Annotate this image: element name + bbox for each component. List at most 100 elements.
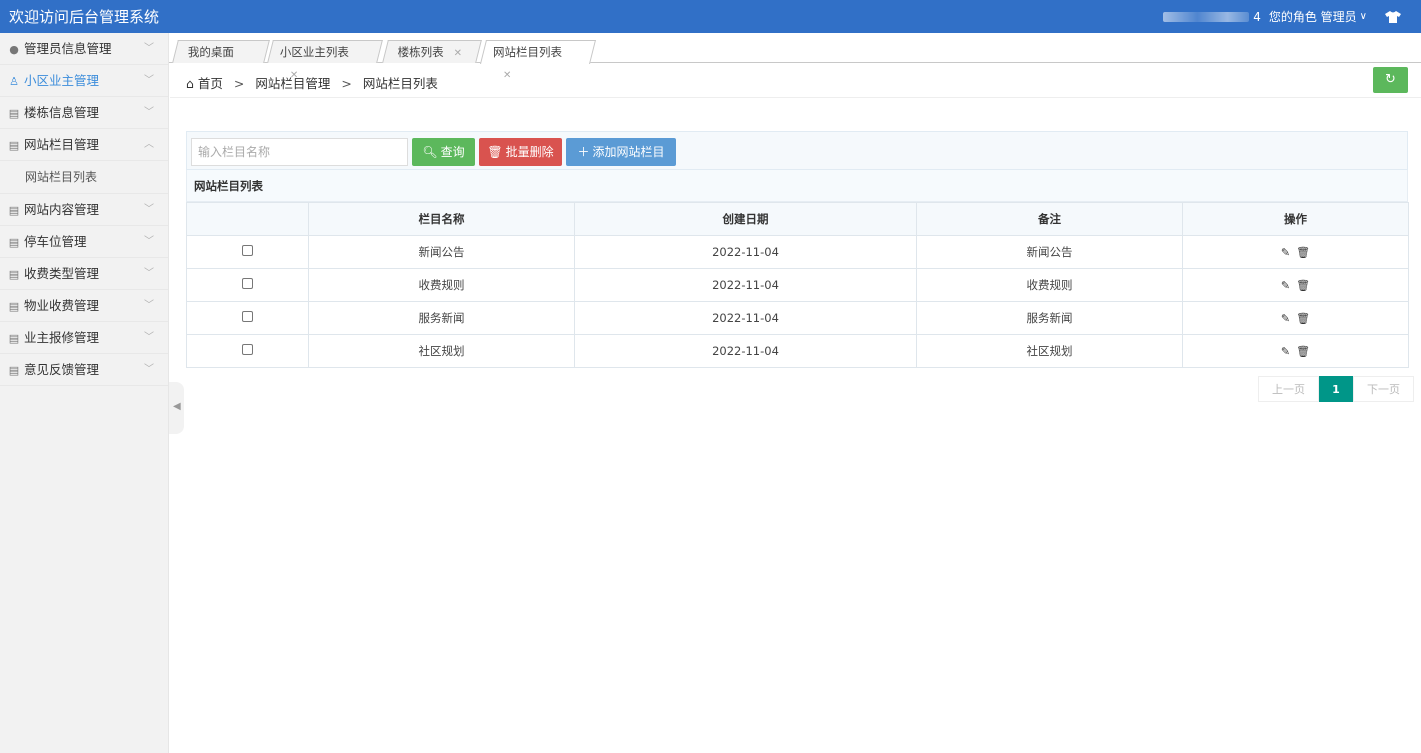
tshirt-icon[interactable] <box>1385 10 1401 23</box>
row-checkbox[interactable] <box>242 245 253 256</box>
list-title: 网站栏目列表 <box>186 170 1408 202</box>
tab-label: 我的桌面 <box>187 45 234 59</box>
chevron-down-icon: ﹀ <box>144 300 154 311</box>
page-1-button[interactable]: 1 <box>1319 376 1353 402</box>
breadcrumb-home[interactable]: 首页 <box>198 76 223 91</box>
edit-icon[interactable]: ✎ <box>1281 279 1290 292</box>
search-toolbar: 🔍︎查询 🗑︎批量删除 ＋添加网站栏目 <box>186 131 1408 170</box>
chevron-down-icon[interactable]: ∨ <box>1360 11 1367 22</box>
chevron-down-icon: ﹀ <box>144 364 154 375</box>
sidebar-item-fee-type[interactable]: ▤ 收费类型管理 ﹀ <box>0 258 168 290</box>
list-icon: ▤ <box>8 204 20 217</box>
sidebar-item-property-fee[interactable]: ▤ 物业收费管理 ﹀ <box>0 290 168 322</box>
sidebar-item-building-info[interactable]: ▤ 楼栋信息管理 ﹀ <box>0 97 168 129</box>
username-suffix: 4 <box>1253 9 1261 24</box>
trash-icon: 🗑︎ <box>487 145 503 159</box>
sidebar-item-label: 意见反馈管理 <box>24 362 100 377</box>
table-header-row: 栏目名称 创建日期 备注 操作 <box>186 202 1409 236</box>
header-select <box>186 202 309 236</box>
trash-icon[interactable]: 🗑︎ <box>1296 246 1310 259</box>
role-label[interactable]: 您的角色 管理员 <box>1269 8 1357 25</box>
sidebar-item-repair[interactable]: ▤ 业主报修管理 ﹀ <box>0 322 168 354</box>
edit-icon[interactable]: ✎ <box>1281 345 1290 358</box>
refresh-icon: ↻ <box>1385 72 1396 87</box>
app-title: 欢迎访问后台管理系统 <box>9 8 160 26</box>
sidebar-item-owner-manage[interactable]: ♙ 小区业主管理 ﹀ <box>0 65 168 97</box>
list-icon: ▤ <box>8 236 20 249</box>
close-icon[interactable]: ✕ <box>454 48 462 59</box>
header-created-date: 创建日期 <box>574 202 917 236</box>
breadcrumb: ⌂ 首页 > 网站栏目管理 > 网站栏目列表 <box>186 73 438 92</box>
user-icon: ● <box>9 43 19 56</box>
header-note: 备注 <box>916 202 1183 236</box>
user-area[interactable]: 4 您的角色 管理员 ∨ <box>1163 0 1421 33</box>
list-icon: ▤ <box>8 300 20 313</box>
tab-building-list[interactable]: 楼栋列表 ✕ <box>382 40 482 63</box>
sidebar-collapse-handle[interactable]: ◀ <box>169 382 184 434</box>
header-actions: 操作 <box>1182 202 1409 236</box>
sidebar-item-site-column[interactable]: ▤ 网站栏目管理 ︿ <box>0 129 168 161</box>
row-checkbox[interactable] <box>242 278 253 289</box>
list-icon: ▤ <box>8 139 20 152</box>
breadcrumb-level1[interactable]: 网站栏目管理 <box>255 76 330 91</box>
users-icon: ♙ <box>9 75 19 88</box>
sidebar: ● 管理员信息管理 ﹀ ♙ 小区业主管理 ﹀ ▤ 楼栋信息管理 ﹀ ▤ 网站栏目管理 ︿… <box>0 33 169 753</box>
row-checkbox[interactable] <box>242 311 253 322</box>
cell-name: 社区规划 <box>308 334 575 368</box>
sidebar-item-feedback[interactable]: ▤ 意见反馈管理 ﹀ <box>0 354 168 386</box>
edit-icon[interactable]: ✎ <box>1281 312 1290 325</box>
sidebar-item-label: 网站内容管理 <box>24 202 100 217</box>
row-checkbox[interactable] <box>242 344 253 355</box>
sidebar-item-label: 管理员信息管理 <box>24 41 112 56</box>
cell-date: 2022-11-04 <box>574 301 917 335</box>
sidebar-item-admin-info[interactable]: ● 管理员信息管理 ﹀ <box>0 33 168 65</box>
trash-icon[interactable]: 🗑︎ <box>1296 279 1310 292</box>
table-row: 新闻公告 2022-11-04 新闻公告 ✎ 🗑︎ <box>186 235 1409 269</box>
sidebar-item-site-content[interactable]: ▤ 网站内容管理 ﹀ <box>0 194 168 226</box>
search-input[interactable] <box>191 138 408 166</box>
sidebar-item-label: 楼栋信息管理 <box>24 105 100 120</box>
query-label: 查询 <box>440 145 465 159</box>
cell-name: 新闻公告 <box>308 235 575 269</box>
table-row: 收费规则 2022-11-04 收费规则 ✎ 🗑︎ <box>186 268 1409 302</box>
cell-note: 服务新闻 <box>916 301 1183 335</box>
edit-icon[interactable]: ✎ <box>1281 246 1290 259</box>
chevron-down-icon: ﹀ <box>144 268 154 279</box>
tab-column-list[interactable]: 网站栏目列表✕ <box>480 40 596 81</box>
sidebar-subitem-column-list[interactable]: 网站栏目列表 <box>0 161 168 194</box>
prev-page-button[interactable]: 上一页 <box>1258 376 1319 402</box>
breadcrumb-separator: > <box>341 76 352 91</box>
next-page-button[interactable]: 下一页 <box>1353 376 1414 402</box>
sidebar-item-label: 业主报修管理 <box>24 330 100 345</box>
chevron-down-icon: ﹀ <box>144 43 154 54</box>
trash-icon[interactable]: 🗑︎ <box>1296 345 1310 358</box>
cell-date: 2022-11-04 <box>574 268 917 302</box>
add-column-button[interactable]: ＋添加网站栏目 <box>566 138 676 166</box>
plus-icon: ＋ <box>577 145 590 159</box>
header-column-name: 栏目名称 <box>308 202 575 236</box>
sidebar-item-parking[interactable]: ▤ 停车位管理 ﹀ <box>0 226 168 258</box>
tab-label: 网站栏目列表 <box>493 45 563 59</box>
tab-desktop[interactable]: 我的桌面 <box>172 40 270 63</box>
batch-delete-button[interactable]: 🗑︎ 批量删除 <box>479 138 562 166</box>
tab-owner-list[interactable]: 小区业主列表✕ <box>267 40 383 81</box>
breadcrumb-separator: > <box>233 76 245 91</box>
chevron-down-icon: ﹀ <box>144 107 154 118</box>
sidebar-item-label: 物业收费管理 <box>24 298 100 313</box>
chevron-down-icon: ﹀ <box>144 204 154 215</box>
caret-left-icon: ◀ <box>173 401 181 412</box>
cell-note: 新闻公告 <box>916 235 1183 269</box>
top-header: 欢迎访问后台管理系统 4 您的角色 管理员 ∨ <box>0 0 1421 33</box>
add-column-label: 添加网站栏目 <box>592 145 665 159</box>
trash-icon[interactable]: 🗑︎ <box>1296 312 1310 325</box>
table-row: 服务新闻 2022-11-04 服务新闻 ✎ 🗑︎ <box>186 301 1409 335</box>
sidebar-item-label: 收费类型管理 <box>24 266 100 281</box>
search-icon: 🔍︎ <box>422 145 438 159</box>
sidebar-item-label: 小区业主管理 <box>24 73 100 88</box>
query-button[interactable]: 🔍︎ 查询 <box>412 138 475 166</box>
cell-note: 社区规划 <box>916 334 1183 368</box>
breadcrumb-level2: 网站栏目列表 <box>362 76 438 91</box>
batch-delete-label: 批量删除 <box>505 145 554 159</box>
table-row: 社区规划 2022-11-04 社区规划 ✎ 🗑︎ <box>186 334 1409 368</box>
refresh-button[interactable]: ↻ <box>1373 67 1408 93</box>
